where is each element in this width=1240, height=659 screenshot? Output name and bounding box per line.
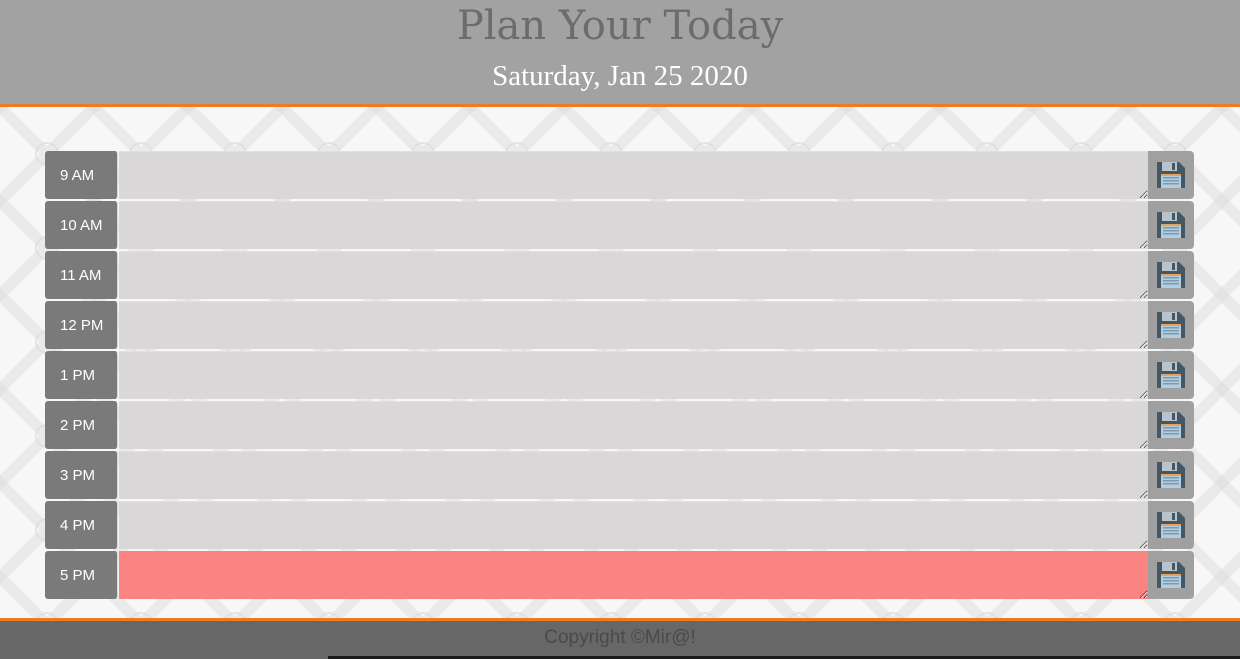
save-button[interactable] xyxy=(1148,451,1194,499)
event-textarea[interactable] xyxy=(119,551,1148,599)
hour-label: 11 AM xyxy=(45,251,118,299)
page-title: Plan Your Today xyxy=(456,3,784,49)
hour-label: 2 PM xyxy=(45,401,118,449)
time-block: 12 PM xyxy=(45,301,1194,349)
event-textarea[interactable] xyxy=(119,401,1148,449)
time-block: 2 PM xyxy=(45,401,1194,449)
save-button[interactable] xyxy=(1148,201,1194,249)
hour-label: 3 PM xyxy=(45,451,118,499)
time-block: 5 PM xyxy=(45,551,1194,599)
hour-label: 5 PM xyxy=(45,551,118,599)
event-textarea[interactable] xyxy=(119,501,1148,549)
hour-label: 9 AM xyxy=(45,151,118,199)
hour-label: 1 PM xyxy=(45,351,118,399)
save-button[interactable] xyxy=(1148,501,1194,549)
time-block: 3 PM xyxy=(45,451,1194,499)
hour-label: 10 AM xyxy=(45,201,118,249)
save-button[interactable] xyxy=(1148,351,1194,399)
save-button[interactable] xyxy=(1148,151,1194,199)
time-block: 10 AM xyxy=(45,201,1194,249)
event-textarea[interactable] xyxy=(119,451,1148,499)
current-date: Saturday, Jan 25 2020 xyxy=(492,60,748,92)
hour-label: 12 PM xyxy=(45,301,118,349)
time-block: 4 PM xyxy=(45,501,1194,549)
page-footer: Copyright ©Mir@! xyxy=(0,618,1240,659)
save-button[interactable] xyxy=(1148,401,1194,449)
time-block: 1 PM xyxy=(45,351,1194,399)
save-button[interactable] xyxy=(1148,551,1194,599)
copyright-text: Copyright ©Mir@! xyxy=(544,627,696,648)
event-textarea[interactable] xyxy=(119,351,1148,399)
event-textarea[interactable] xyxy=(119,201,1148,249)
event-textarea[interactable] xyxy=(119,251,1148,299)
schedule: 9 AM 10 AM 11 AM 12 PM 1 PM 2 PM 3 PM 4 … xyxy=(45,151,1194,601)
hour-label: 4 PM xyxy=(45,501,118,549)
save-button[interactable] xyxy=(1148,251,1194,299)
time-block: 11 AM xyxy=(45,251,1194,299)
time-block: 9 AM xyxy=(45,151,1194,199)
event-textarea[interactable] xyxy=(119,151,1148,199)
save-button[interactable] xyxy=(1148,301,1194,349)
page-header: Plan Your Today Saturday, Jan 25 2020 xyxy=(0,0,1240,107)
event-textarea[interactable] xyxy=(119,301,1148,349)
